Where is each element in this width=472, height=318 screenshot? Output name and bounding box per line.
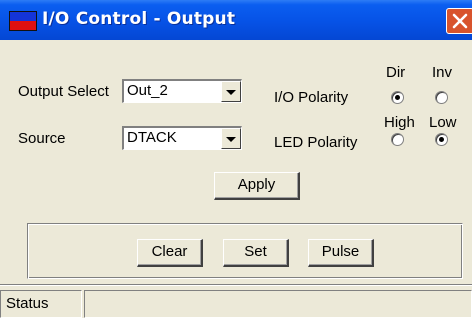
output-select-label: Output Select [18, 83, 109, 100]
output-select-dropdown[interactable]: Out_2 [122, 79, 242, 103]
io-polarity-dir-radio[interactable] [391, 91, 404, 104]
status-label-pane: Status [0, 290, 82, 318]
status-label: Status [6, 295, 49, 312]
chevron-down-icon[interactable] [221, 128, 241, 149]
status-separator [0, 284, 472, 286]
close-icon [452, 13, 468, 29]
title-bar[interactable]: I/O Control - Output [0, 0, 472, 40]
window-title: I/O Control - Output [42, 9, 236, 29]
io-polarity-option-dir-label: Dir [386, 64, 406, 81]
led-polarity-label: LED Polarity [274, 134, 358, 151]
output-select-value: Out_2 [127, 82, 168, 99]
source-label: Source [18, 130, 66, 147]
source-value: DTACK [127, 129, 177, 146]
source-dropdown[interactable]: DTACK [122, 126, 242, 150]
status-value-pane [84, 290, 472, 318]
apply-button[interactable]: Apply [214, 172, 300, 200]
io-polarity-option-inv-label: Inv [432, 64, 453, 81]
led-polarity-low-radio[interactable] [435, 133, 448, 146]
chevron-down-icon[interactable] [221, 81, 241, 102]
io-control-output-window: I/O Control - Output Output Select Out_2… [0, 0, 472, 318]
led-polarity-option-high-label: High [384, 114, 415, 131]
set-button[interactable]: Set [223, 239, 289, 267]
io-polarity-label: I/O Polarity [274, 89, 349, 106]
pulse-button[interactable]: Pulse [308, 239, 374, 267]
led-polarity-option-low-label: Low [429, 114, 457, 131]
close-button[interactable] [446, 8, 472, 34]
app-icon [9, 11, 37, 31]
io-polarity-inv-radio[interactable] [435, 91, 448, 104]
clear-button[interactable]: Clear [137, 239, 203, 267]
led-polarity-high-radio[interactable] [391, 133, 404, 146]
